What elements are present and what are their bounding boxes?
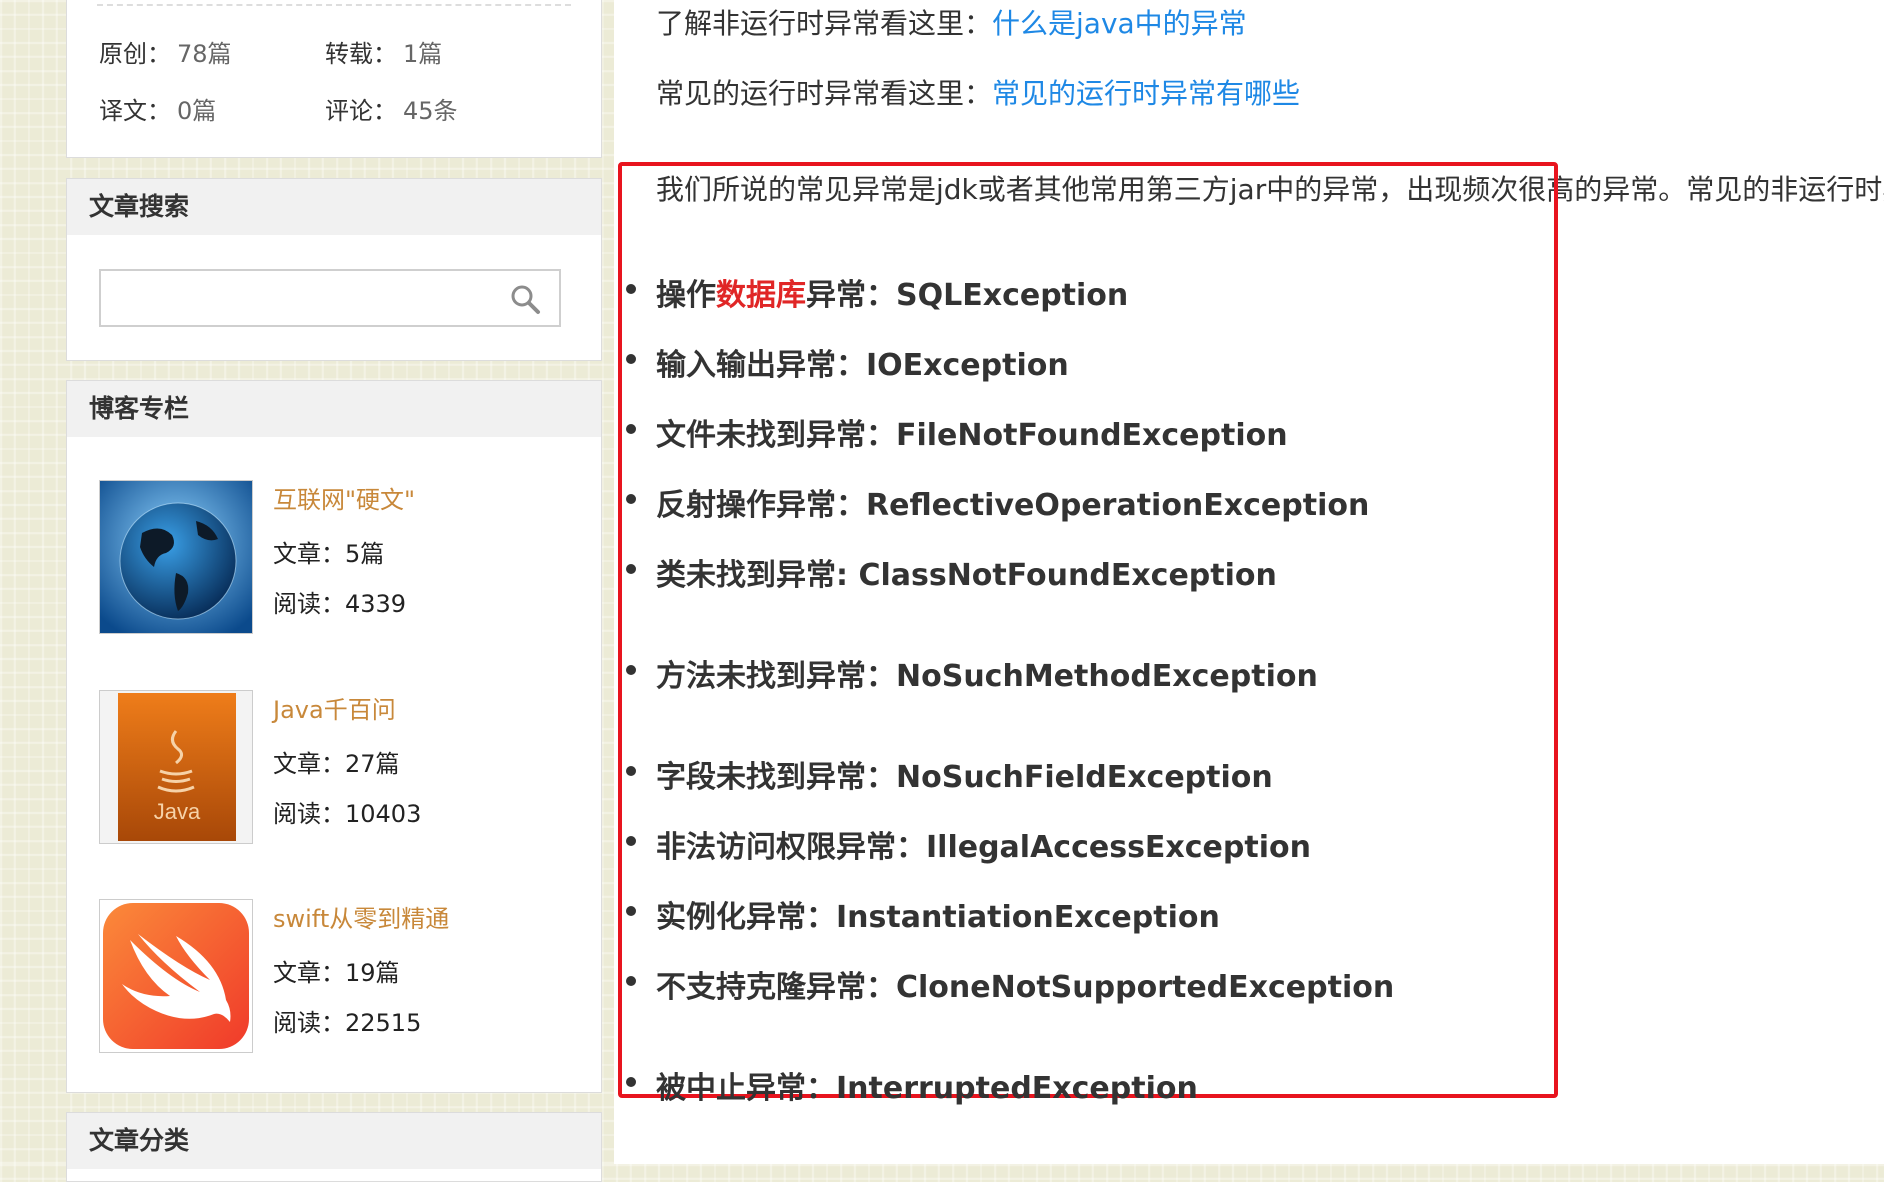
stat-original: 原创： 78篇 xyxy=(99,34,232,69)
svg-text:Java: Java xyxy=(154,799,201,824)
article-content: 了解非运行时异常看这里：什么是java中的异常 常见的运行时异常看这里：常见的运… xyxy=(614,0,1884,1164)
stat-repost: 转载： 1篇 xyxy=(325,34,442,69)
column-article-count: 文章：5篇 xyxy=(273,540,385,568)
globe-icon xyxy=(100,481,252,633)
exception-list-item: 操作数据库异常：SQLException xyxy=(626,270,1128,314)
bullet-icon xyxy=(626,976,636,986)
exception-list-item: 文件未找到异常：FileNotFoundException xyxy=(626,410,1288,454)
column-thumbnail[interactable] xyxy=(99,899,253,1053)
bullet-icon xyxy=(626,354,636,364)
column-thumbnail[interactable]: Java xyxy=(99,690,253,844)
stat-translate-label: 译文： xyxy=(99,97,171,125)
column-title-link[interactable]: Java千百问 xyxy=(273,690,396,725)
divider xyxy=(97,4,571,6)
bullet-icon xyxy=(626,564,636,574)
article-search-panel: 文章搜索 xyxy=(66,178,602,361)
column-item: swift从零到精通 文章：19篇 阅读：22515 xyxy=(99,899,569,1055)
exception-list-item: 非法访问权限异常：IllegalAccessException xyxy=(626,822,1311,866)
column-read-count: 阅读：22515 xyxy=(273,1009,422,1037)
stat-repost-value: 1篇 xyxy=(403,40,443,68)
exception-list-item: 反射操作异常：ReflectiveOperationException xyxy=(626,480,1369,524)
search-box xyxy=(99,269,561,327)
bullet-icon xyxy=(626,1077,636,1087)
exception-list-item: 方法未找到异常：NoSuchMethodException xyxy=(626,651,1318,695)
exception-list-item: 类未找到异常: ClassNotFoundException xyxy=(626,550,1277,594)
intro-text: 常见的运行时异常看这里： xyxy=(656,77,993,110)
sidebar: 原创：78篇 转载：1篇 译文：0篇 评论：45条 文章搜索 博客专栏 xyxy=(0,0,614,1182)
stat-translate: 译文： 0篇 xyxy=(99,91,216,126)
exception-list-item: 被中止异常：InterruptedException xyxy=(626,1063,1198,1107)
stat-repost-label: 转载： xyxy=(325,40,397,68)
stat-original-value: 78篇 xyxy=(177,40,232,68)
article-category-panel: 文章分类 xyxy=(66,1112,602,1182)
column-item: 互联网"硬文" 文章：5篇 阅读：4339 xyxy=(99,480,569,636)
database-keyword-link[interactable]: 数据库 xyxy=(716,278,806,313)
panel-title: 文章搜索 xyxy=(67,179,601,235)
exception-intro-link[interactable]: 什么是java中的异常 xyxy=(992,7,1247,40)
panel-title: 博客专栏 xyxy=(67,381,601,437)
panel-title: 文章分类 xyxy=(67,1113,601,1169)
java-logo-icon: Java xyxy=(118,693,236,841)
column-read-count: 阅读：4339 xyxy=(273,590,407,618)
column-thumbnail[interactable] xyxy=(99,480,253,634)
search-icon[interactable] xyxy=(509,283,541,315)
bullet-icon xyxy=(626,906,636,916)
intro-line: 常见的运行时异常看这里：常见的运行时异常有哪些 xyxy=(656,72,1300,112)
blog-columns-panel: 博客专栏 互联网"硬文" 文章：5篇 阅读：4339 Java Java千百问 … xyxy=(66,380,602,1093)
intro-line: 了解非运行时异常看这里：什么是java中的异常 xyxy=(656,2,1247,42)
stat-comment: 评论： 45条 xyxy=(325,91,458,126)
column-item: Java Java千百问 文章：27篇 阅读：10403 xyxy=(99,690,569,846)
stat-translate-value: 0篇 xyxy=(177,97,217,125)
column-article-count: 文章：27篇 xyxy=(273,750,400,778)
bullet-icon xyxy=(626,836,636,846)
exception-list-item: 字段未找到异常：NoSuchFieldException xyxy=(626,752,1273,796)
column-title-link[interactable]: 互联网"硬文" xyxy=(273,480,415,515)
bullet-icon xyxy=(626,494,636,504)
column-read-count: 阅读：10403 xyxy=(273,800,422,828)
blog-stats-panel: 原创： 78篇 转载： 1篇 译文： 0篇 评论： 45条 xyxy=(66,0,602,158)
column-title-link[interactable]: swift从零到精通 xyxy=(273,899,449,934)
exception-list-item: 实例化异常：InstantiationException xyxy=(626,892,1220,936)
bullet-icon xyxy=(626,665,636,675)
intro-text: 了解非运行时异常看这里： xyxy=(656,7,993,40)
bullet-icon xyxy=(626,424,636,434)
stat-comment-value: 45条 xyxy=(403,97,458,125)
column-article-count: 文章：19篇 xyxy=(273,959,400,987)
exception-list-item: 不支持克隆异常：CloneNotSupportedException xyxy=(626,962,1394,1006)
search-input[interactable] xyxy=(109,271,493,323)
swift-logo-icon xyxy=(103,903,249,1049)
bullet-icon xyxy=(626,284,636,294)
stat-comment-label: 评论： xyxy=(325,97,397,125)
bullet-icon xyxy=(626,766,636,776)
runtime-exception-link[interactable]: 常见的运行时异常有哪些 xyxy=(992,77,1300,110)
exception-list-item: 输入输出异常：IOException xyxy=(626,340,1069,384)
stat-original-label: 原创： xyxy=(99,40,171,68)
